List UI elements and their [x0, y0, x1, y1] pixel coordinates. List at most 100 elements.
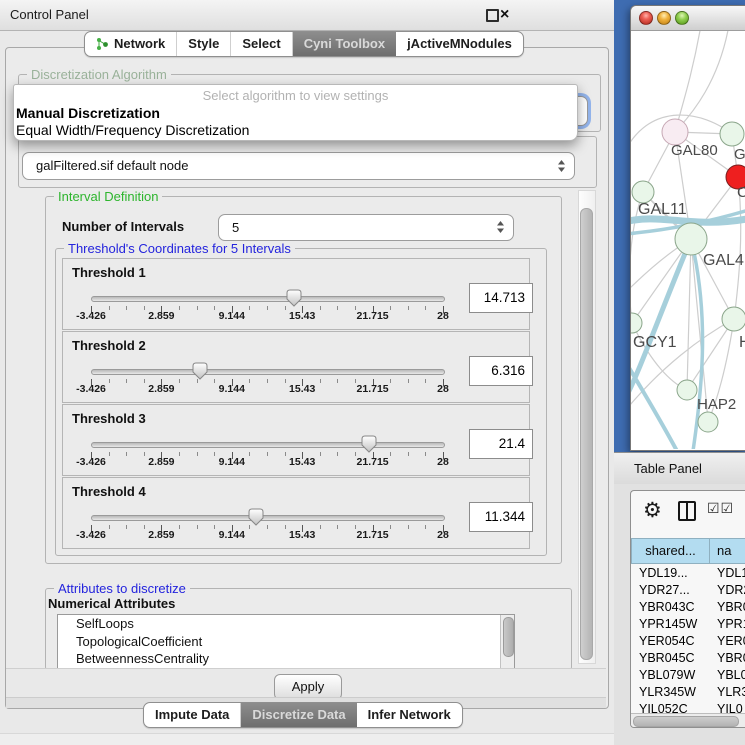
column-header-name[interactable]: na — [710, 538, 745, 564]
threshold-1-slider-track[interactable] — [91, 296, 445, 302]
footer-strip — [0, 733, 614, 745]
threshold-3-slider-track[interactable] — [91, 442, 445, 448]
tick-label: 28 — [437, 529, 449, 541]
network-node[interactable] — [631, 313, 642, 333]
list-scrollbar-thumb[interactable] — [503, 617, 514, 657]
tick-mark — [285, 525, 286, 529]
tab-discretize-data[interactable]: Discretize Data — [241, 703, 356, 727]
tick-label: 28 — [437, 383, 449, 395]
tick-mark — [214, 525, 215, 529]
threshold-4-slider-track[interactable] — [91, 515, 445, 521]
app-root: Control Panel × NetworkStyleSelectCyni T… — [0, 0, 745, 745]
network-canvas[interactable]: GAL80GACGAL11GAL4GCY1HHAP2 — [631, 31, 745, 449]
tab-style[interactable]: Style — [177, 32, 231, 56]
table-cell-name[interactable]: YDR2 — [717, 583, 745, 597]
network-node[interactable] — [722, 307, 745, 331]
table-cell-shared-name[interactable]: YPR145W — [639, 617, 711, 631]
threshold-1-slider-thumb[interactable] — [286, 289, 302, 307]
zoom-traffic-light-icon[interactable] — [675, 11, 689, 25]
tab-select[interactable]: Select — [231, 32, 292, 56]
table-row[interactable]: YPR145W YPR1 — [631, 617, 745, 634]
attribute-list-item[interactable]: BetweennessCentrality — [58, 650, 514, 668]
tick-mark — [249, 306, 250, 310]
close-traffic-light-icon[interactable] — [639, 11, 653, 25]
tick-mark — [408, 306, 409, 310]
table-row[interactable]: YLR345W YLR3 — [631, 685, 745, 702]
table-header-row: shared... na — [631, 538, 745, 564]
table-cell-shared-name[interactable]: YBR043C — [639, 600, 711, 614]
threshold-3-value-field[interactable]: 21.4 — [469, 429, 533, 459]
dropdown-item-equal-width-frequency-discretization[interactable]: Equal Width/Frequency Discretization — [16, 122, 249, 138]
column-header-shared-name[interactable]: shared... — [631, 538, 710, 564]
split-columns-icon[interactable] — [678, 501, 696, 521]
network-node[interactable] — [677, 380, 697, 400]
panel-title: Control Panel — [10, 0, 89, 30]
settings-scrollbar-thumb[interactable] — [580, 208, 593, 660]
threshold-2-value-field[interactable]: 6.316 — [469, 356, 533, 386]
table-row[interactable]: YDR27... YDR2 — [631, 583, 745, 600]
table-row[interactable]: YER054C YER0 — [631, 634, 745, 651]
threshold-2-slider-track[interactable] — [91, 369, 445, 375]
table-data-select[interactable]: galFiltered.sif default node — [22, 152, 575, 180]
close-icon[interactable]: × — [500, 3, 509, 27]
network-node[interactable] — [698, 412, 718, 432]
attribute-list-item[interactable]: TopologicalCoefficient — [58, 633, 514, 651]
table-cell-shared-name[interactable]: YLR345W — [639, 685, 711, 699]
table-cell-shared-name[interactable]: YDR27... — [639, 583, 711, 597]
network-node[interactable] — [632, 181, 654, 203]
network-window-titlebar[interactable] — [631, 6, 745, 31]
dropdown-item-manual-discretization[interactable]: Manual Discretization — [16, 105, 160, 121]
table-cell-name[interactable]: YPR1 — [717, 617, 745, 631]
threshold-1-value-field[interactable]: 14.713 — [469, 283, 533, 313]
table-horizontal-scrollbar-thumb[interactable] — [633, 716, 739, 727]
threshold-2-slider-thumb[interactable] — [192, 362, 208, 380]
network-node-label: H — [739, 334, 745, 351]
threshold-3-slider-thumb[interactable] — [361, 435, 377, 453]
threshold-3-panel: Threshold 3-3.4262.8599.14415.4321.71528… — [62, 404, 530, 476]
dropdown-hint-item[interactable]: Select algorithm to view settings — [14, 88, 577, 103]
table-row[interactable]: YBR043C YBR0 — [631, 600, 745, 617]
network-node[interactable] — [675, 223, 707, 255]
minimize-traffic-light-icon[interactable] — [657, 11, 671, 25]
threshold-4-panel: Threshold 4-3.4262.8599.14415.4321.71528… — [62, 477, 530, 549]
table-row[interactable]: YBR045C YBR0 — [631, 651, 745, 668]
table-cell-name[interactable]: YDL1 — [717, 566, 745, 580]
table-cell-shared-name[interactable]: YER054C — [639, 634, 711, 648]
table-cell-shared-name[interactable]: YDL19... — [639, 566, 711, 580]
numerical-attributes-list[interactable]: SelfLoopsTopologicalCoefficientBetweenne… — [57, 614, 515, 669]
network-node[interactable] — [720, 122, 744, 146]
tick-mark — [126, 306, 127, 310]
tab-jactivemnodules[interactable]: jActiveMNodules — [396, 32, 523, 56]
float-panel-icon[interactable] — [486, 9, 499, 22]
attribute-list-item[interactable]: SelfLoops — [58, 615, 514, 633]
number-of-intervals-value: 5 — [232, 215, 239, 240]
table-cell-name[interactable]: YBR0 — [717, 651, 745, 665]
list-scrollbar[interactable] — [500, 615, 514, 668]
tab-cyni-toolbox[interactable]: Cyni Toolbox — [293, 32, 396, 56]
gear-icon[interactable]: ⚙ — [643, 495, 662, 527]
network-node-label: GAL80 — [671, 142, 718, 159]
table-cell-name[interactable]: YBL0 — [717, 668, 745, 682]
table-cell-name[interactable]: YLR3 — [717, 685, 745, 699]
tick-mark — [408, 525, 409, 529]
number-of-intervals-select[interactable]: 5 — [218, 214, 514, 241]
tick-mark — [390, 306, 391, 310]
tab-impute-data[interactable]: Impute Data — [144, 703, 241, 727]
table-horizontal-scrollbar[interactable] — [631, 713, 745, 728]
tab-network[interactable]: Network — [85, 32, 177, 56]
table-cell-shared-name[interactable]: YBL079W — [639, 668, 711, 682]
table-cell-name[interactable]: YBR0 — [717, 600, 745, 614]
threshold-4-value-field[interactable]: 11.344 — [469, 502, 533, 532]
tick-mark — [214, 306, 215, 310]
tab-infer-network[interactable]: Infer Network — [357, 703, 462, 727]
network-edge-highlighted — [631, 218, 745, 222]
table-row[interactable]: YBL079W YBL0 — [631, 668, 745, 685]
control-panel-titlebar: Control Panel — [0, 0, 614, 31]
threshold-4-slider-thumb[interactable] — [248, 508, 264, 526]
tick-label: -3.426 — [76, 529, 106, 541]
table-cell-shared-name[interactable]: YBR045C — [639, 651, 711, 665]
checkbox-icons[interactable]: ☑☑ — [707, 500, 734, 517]
table-cell-name[interactable]: YER0 — [717, 634, 745, 648]
table-panel-titlebar: Table Panel — [614, 452, 745, 486]
table-row[interactable]: YDL19... YDL1 — [631, 566, 745, 583]
